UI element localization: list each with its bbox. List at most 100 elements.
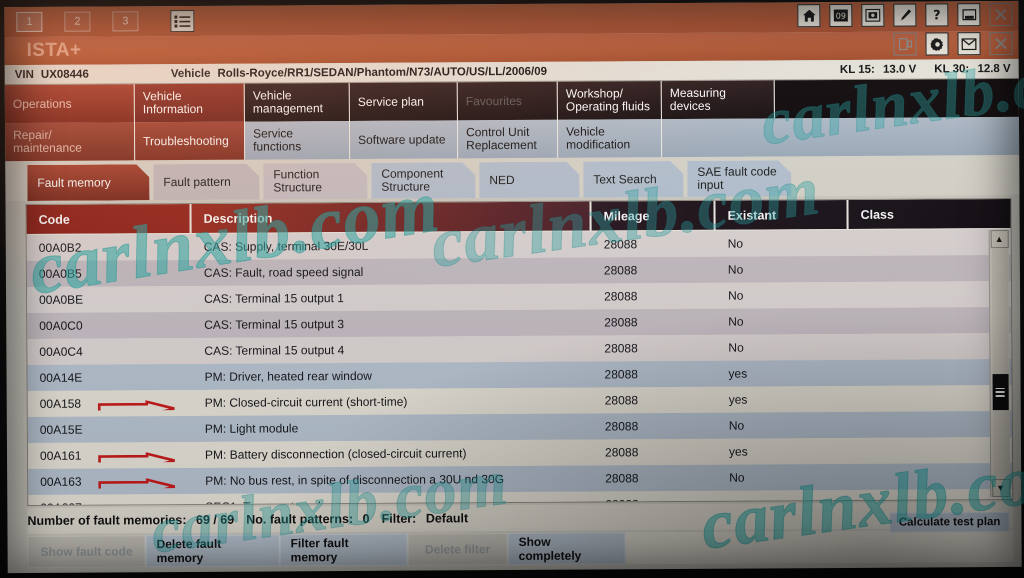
fault-memory-table-panel: Code Description Mileage Existant Class … (25, 197, 1014, 506)
cell-code: 00A14E (39, 370, 83, 385)
cell-class (849, 346, 1011, 347)
ista-screenshot: 1 2 3 09 ? ISTA+ VIN UX08446 Vehicle Rol… (0, 0, 1024, 578)
column-header-mileage[interactable]: Mileage (591, 200, 716, 232)
menu-row1-filler (774, 78, 1019, 119)
kl15-reading: KL 15: 13.0 V (840, 63, 916, 75)
tab-function-structure[interactable]: Function Structure (263, 163, 367, 200)
ista-application-window: 1 2 3 09 ? ISTA+ VIN UX08446 Vehicle Rol… (4, 0, 1022, 574)
cell-description: CAS: Terminal 15 output 1 (204, 291, 344, 306)
tab-sae-fault-code-input[interactable]: SAE fault code input (687, 160, 791, 197)
tab-component-structure[interactable]: Component Structure (371, 162, 475, 199)
submenu-software-update[interactable]: Software update (349, 120, 459, 159)
screenshot-icon[interactable] (861, 3, 885, 27)
minimize-icon[interactable] (957, 3, 981, 27)
cell-description: CAS: Supply, terminal 30E/30L (203, 238, 369, 254)
cell-code: 00A158 (28, 396, 193, 411)
show-fault-code-button[interactable]: Show fault code (27, 535, 146, 568)
svg-text:?: ? (933, 8, 941, 21)
app-title: ISTA+ (26, 39, 82, 61)
tab-text-search[interactable]: Text Search (583, 161, 683, 198)
tab-ned[interactable]: NED (479, 162, 579, 199)
menu-vehicle-management[interactable]: Vehicle management (244, 82, 350, 122)
submenu-repair-maintenance[interactable]: Repair/ maintenance (4, 122, 136, 162)
fault-memories-count: Number of fault memories: 69 / 69 (27, 513, 234, 528)
menu-measuring-devices[interactable]: Measuring devices (661, 80, 775, 120)
cell-mileage: 28088 (603, 237, 638, 252)
scrollbar-thumb[interactable] (992, 373, 1009, 411)
fault-tab-bar: Fault memory Fault pattern Function Stru… (5, 154, 1020, 202)
wrench-icon[interactable] (893, 3, 917, 27)
cell-description: PM: Closed-circuit current (short-time) (204, 394, 408, 410)
cell-existant: No (729, 470, 745, 485)
vehicle-id-icon[interactable]: 09 (829, 3, 853, 28)
menu-service-plan[interactable]: Service plan (349, 82, 458, 121)
delete-fault-memory-button[interactable]: Delete fault memory (145, 534, 280, 568)
cell-class (850, 398, 1012, 399)
show-completely-button[interactable]: Show completely (507, 532, 626, 566)
cell-existant: No (728, 314, 744, 329)
cell-mileage: 28088 (604, 341, 638, 356)
submenu-vehicle-modification[interactable]: Vehicle modification (557, 119, 663, 158)
action-button-bar: Show fault code Delete fault memory Filt… (27, 511, 1014, 568)
cell-class (849, 242, 1011, 243)
cell-description: CAS: Fault, road speed signal (203, 264, 364, 280)
tab-fault-pattern[interactable]: Fault pattern (153, 164, 259, 201)
cell-mileage: 28088 (604, 393, 639, 408)
calculate-test-plan-button[interactable]: Calculate test plan (889, 511, 1010, 533)
mail-icon[interactable] (957, 32, 981, 56)
session-tab-3[interactable]: 3 (112, 11, 139, 32)
column-header-existant[interactable]: Existant (715, 199, 849, 231)
filter-value: Default (425, 511, 469, 526)
menu-favourites[interactable]: Favourites (457, 81, 558, 121)
submenu-control-unit-replacement[interactable]: Control Unit Replacement (457, 119, 559, 159)
submenu-service-functions[interactable]: Service functions (244, 120, 351, 160)
cell-code: 00A0C0 (39, 318, 83, 333)
cell-class (849, 320, 1011, 321)
cell-class (850, 424, 1012, 425)
menu-vehicle-information[interactable]: Vehicle Information (134, 83, 245, 123)
scroll-up-button[interactable]: ▲ (990, 229, 1009, 249)
session-tab-1[interactable]: 1 (16, 11, 43, 33)
vin-value: UX08446 (40, 68, 89, 81)
cell-mileage: 28088 (603, 263, 638, 278)
settings-gear-icon[interactable] (925, 32, 949, 56)
home-icon[interactable] (797, 4, 821, 28)
help-icon[interactable]: ? (925, 3, 949, 27)
connection-icon[interactable] (893, 32, 917, 56)
fault-memories-value: 69 / 69 (195, 512, 235, 527)
scroll-down-button[interactable]: ▼ (991, 478, 1010, 498)
scrollbar-grip-icon (995, 387, 1005, 397)
cell-description: CAS: Terminal 15 output 4 (204, 343, 345, 358)
vehicle-label: Vehicle (170, 67, 211, 80)
submenu-troubleshooting[interactable]: Troubleshooting (134, 121, 246, 161)
filter-label: Filter: (381, 511, 417, 526)
cell-mileage: 28088 (604, 445, 639, 460)
filter-fault-memory-button[interactable]: Filter fault memory (279, 533, 408, 567)
close-icon[interactable] (989, 2, 1013, 27)
tab-fault-memory[interactable]: Fault memory (27, 164, 149, 201)
column-header-description[interactable]: Description (191, 201, 592, 234)
session-tab-2[interactable]: 2 (64, 11, 91, 32)
delete-filter-button[interactable]: Delete filter (407, 533, 508, 566)
cell-mileage: 28088 (604, 289, 638, 304)
fault-patterns-value: 0 (362, 511, 370, 526)
list-icon[interactable] (170, 9, 195, 33)
scrollbar-track[interactable] (991, 247, 1009, 480)
column-header-class[interactable]: Class (848, 198, 1011, 230)
cell-class (850, 476, 1012, 477)
fault-patterns-count: No. fault patterns: 0 (246, 512, 369, 527)
menu-workshop-operating-fluids[interactable]: Workshop/ Operating fluids (557, 81, 662, 120)
column-header-code[interactable]: Code (26, 203, 192, 235)
cell-code: 00A227 (28, 500, 193, 506)
table-scrollbar[interactable]: ▲ ▼ (988, 229, 1011, 498)
cell-mileage: 28088 (604, 315, 638, 330)
svg-text:09: 09 (836, 12, 846, 21)
menu-operations[interactable]: Operations (4, 84, 135, 124)
close-icon[interactable] (989, 31, 1013, 56)
cell-existant: yes (728, 392, 748, 407)
cell-code: 00A0B5 (38, 266, 82, 281)
cell-description: CAS: Terminal 15 output 3 (204, 317, 345, 332)
cell-existant: No (727, 236, 744, 251)
vehicle-value: Rolls-Royce/RR1/SEDAN/Phantom/N73/AUTO/U… (217, 65, 548, 80)
cell-code: 00A15E (39, 422, 83, 437)
